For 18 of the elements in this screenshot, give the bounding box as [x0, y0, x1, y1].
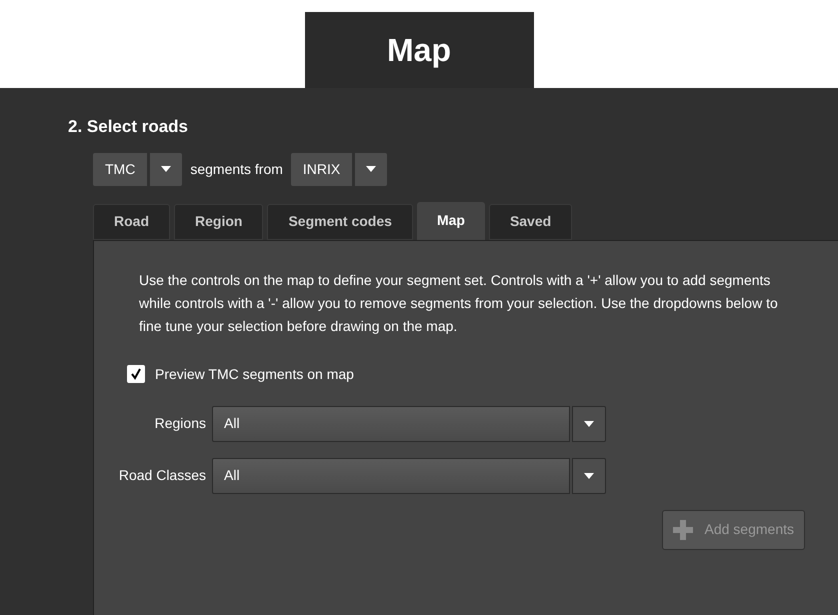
header-title: Map: [304, 12, 534, 88]
tab[interactable]: Region: [174, 204, 264, 240]
caret-icon: [584, 420, 594, 426]
caret-icon: [366, 166, 376, 172]
filter-label: Road Classes: [118, 466, 206, 485]
tab[interactable]: Saved: [488, 204, 572, 240]
checkbox[interactable]: [127, 365, 145, 383]
caret-icon: [161, 166, 172, 172]
caret-icon: [584, 472, 594, 478]
plus-icon: [672, 520, 692, 540]
tab[interactable]: Map: [416, 202, 485, 240]
section-title: 2. Select roads: [68, 116, 190, 138]
tab[interactable]: Segment codes: [267, 204, 413, 240]
description: Use the controls on the map to define your segment set. Controls with a '+' allow you to add segments while controls with a '-' allow you to remove segments from your selection. Use the dropdowns below to fine tune your selection before drawing on the map.: [139, 270, 779, 336]
checkbox-label: Preview TMC segments on map: [155, 364, 354, 384]
filter-label: Regions: [154, 414, 206, 433]
tab[interactable]: Road: [93, 204, 170, 240]
connector-text: segments from: [190, 160, 283, 179]
